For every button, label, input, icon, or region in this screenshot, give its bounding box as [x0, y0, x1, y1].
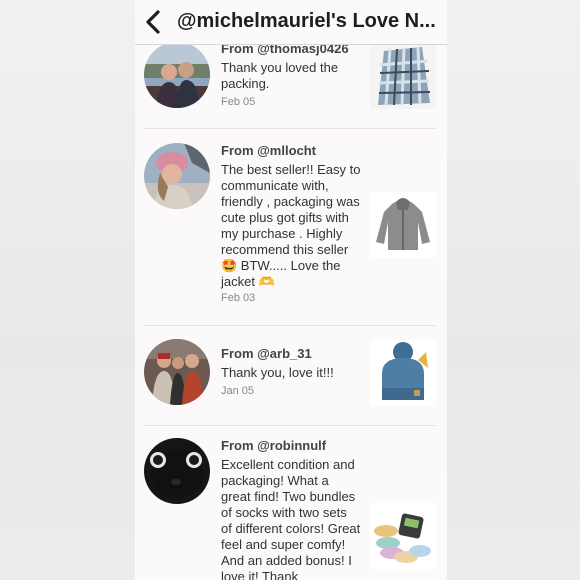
- review-date: Feb 03: [221, 292, 256, 304]
- review-text: Excellent condition and packaging! What …: [221, 457, 361, 580]
- purchased-item-thumbnail[interactable]: [370, 43, 436, 109]
- review-date: Feb 05: [221, 96, 256, 108]
- user-avatar[interactable]: [144, 143, 210, 209]
- app-header: @michelmauriel's Love N...: [135, 0, 447, 45]
- background-left: [0, 0, 135, 580]
- review-author[interactable]: From @arb_31: [221, 346, 312, 361]
- review-divider: [144, 425, 436, 426]
- review-text: The best seller!! Easy to communicate wi…: [221, 162, 361, 289]
- review-text: Thank you loved the packing.: [221, 60, 339, 91]
- review-author[interactable]: From @robinnulf: [221, 438, 326, 453]
- review-divider: [144, 325, 436, 326]
- review-author[interactable]: From @mllocht: [221, 143, 316, 158]
- love-notes-screen: From @thomasj0426 Thank you loved the pa…: [135, 0, 447, 580]
- purchased-item-thumbnail[interactable]: [370, 340, 436, 406]
- back-button[interactable]: [139, 6, 167, 38]
- purchased-item-thumbnail[interactable]: [370, 192, 436, 258]
- user-avatar[interactable]: [144, 339, 210, 405]
- user-avatar[interactable]: [144, 438, 210, 504]
- background-right: [447, 0, 580, 580]
- review-divider: [144, 128, 436, 129]
- review-text: Thank you, love it!!!: [221, 365, 334, 380]
- chevron-left-icon: [146, 10, 160, 34]
- page-title: @michelmauriel's Love N...: [177, 10, 436, 32]
- user-avatar[interactable]: [144, 42, 210, 108]
- purchased-item-thumbnail[interactable]: [370, 503, 436, 569]
- review-date: Jan 05: [221, 385, 255, 397]
